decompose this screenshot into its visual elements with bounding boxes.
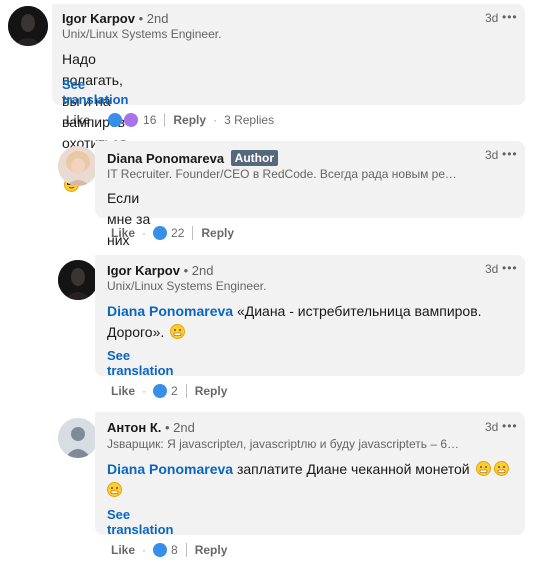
more-options-icon[interactable]: ••• (502, 10, 518, 24)
like-reaction-icon (153, 384, 168, 398)
separator-dot: · (97, 113, 102, 127)
mention-link[interactable]: Diana Ponomareva (107, 303, 233, 319)
commenter-name[interactable]: Diana Ponomareva Author (107, 150, 278, 166)
grimacing-emoji-icon (170, 324, 186, 339)
comment-actions: Like · 22 Reply (111, 223, 234, 243)
author-badge: Author (230, 150, 278, 166)
reaction-count[interactable]: 22 (171, 226, 184, 240)
divider (164, 113, 166, 127)
comment-actions: Like · 16 Reply · 3 Replies (66, 110, 274, 130)
see-translation-link[interactable]: See translation (107, 507, 173, 537)
separator-dot: · (213, 113, 218, 127)
commenter-name[interactable]: Igor Karpov • 2nd (107, 263, 213, 278)
commenter-headline: Jsварщик: Я javascriptел, javascriptлю и… (107, 437, 462, 451)
commenter-name-text[interactable]: Igor Karpov (62, 11, 135, 26)
divider (192, 226, 194, 240)
commenter-name-text[interactable]: Igor Karpov (107, 263, 180, 278)
connection-degree: • 2nd (165, 420, 195, 435)
replies-count-link[interactable]: 3 Replies (224, 113, 274, 127)
timestamp: 3d (485, 420, 499, 434)
commenter-headline: IT Recruiter. Founder/CEO в RedCode. Все… (107, 167, 462, 181)
default-avatar-icon (58, 418, 98, 458)
mention-link[interactable]: Diana Ponomareva (107, 461, 233, 477)
separator-dot: · (142, 543, 147, 557)
divider (185, 384, 187, 398)
comment-actions: Like · 2 Reply (111, 381, 227, 401)
more-options-icon[interactable]: ••• (502, 147, 518, 161)
timestamp: 3d (485, 262, 499, 276)
reaction-count[interactable]: 16 (143, 113, 156, 127)
commenter-headline: Unix/Linux Systems Engineer. (107, 279, 267, 293)
like-reaction-icon (153, 226, 168, 240)
more-options-icon[interactable]: ••• (502, 419, 518, 433)
like-reaction-icon (153, 543, 168, 557)
avatar-photo (8, 6, 48, 46)
commenter-name-text[interactable]: Diana Ponomareva (107, 151, 224, 166)
comment-text: Diana Ponomareva заплатите Диане чеканно… (107, 459, 512, 501)
reply-button[interactable]: Reply (195, 543, 228, 557)
connection-degree: • 2nd (138, 11, 169, 26)
grimacing-emoji-icon (107, 482, 122, 497)
comment-text: Diana Ponomareva «Диана - истребительниц… (107, 301, 507, 343)
grimacing-emoji-icon (494, 461, 510, 476)
connection-degree: • 2nd (183, 263, 214, 278)
commenter-name-text[interactable]: Антон К. (107, 420, 161, 435)
reply-button[interactable]: Reply (195, 384, 228, 398)
comment-body: заплатите Диане чеканной монетой (233, 461, 470, 477)
like-button[interactable]: Like (66, 113, 90, 127)
commenter-name[interactable]: Igor Karpov • 2nd (62, 11, 168, 26)
timestamp: 3d (485, 11, 499, 25)
see-translation-link[interactable]: See translation (62, 77, 128, 107)
grimacing-emoji-icon (475, 461, 491, 476)
see-translation-link[interactable]: See translation (107, 348, 173, 378)
like-button[interactable]: Like (111, 543, 135, 557)
reaction-count[interactable]: 8 (171, 543, 178, 557)
avatar-photo (58, 146, 98, 186)
more-options-icon[interactable]: ••• (502, 261, 518, 275)
avatar[interactable] (58, 146, 98, 186)
separator-dot: · (142, 384, 147, 398)
curious-reaction-icon (124, 113, 139, 127)
reaction-count[interactable]: 2 (171, 384, 178, 398)
avatar[interactable] (8, 6, 48, 46)
comment-actions: Like · 8 Reply (111, 540, 227, 560)
like-button[interactable]: Like (111, 226, 135, 240)
commenter-name[interactable]: Антон К. • 2nd (107, 420, 195, 435)
reply-button[interactable]: Reply (201, 226, 234, 240)
separator-dot: · (142, 226, 147, 240)
avatar[interactable] (58, 260, 98, 300)
divider (185, 543, 187, 557)
commenter-headline: Unix/Linux Systems Engineer. (62, 27, 222, 41)
like-button[interactable]: Like (111, 384, 135, 398)
avatar[interactable] (58, 418, 98, 458)
avatar-photo (58, 260, 98, 300)
reply-button[interactable]: Reply (173, 113, 206, 127)
like-reaction-icon (108, 113, 123, 127)
timestamp: 3d (485, 148, 499, 162)
